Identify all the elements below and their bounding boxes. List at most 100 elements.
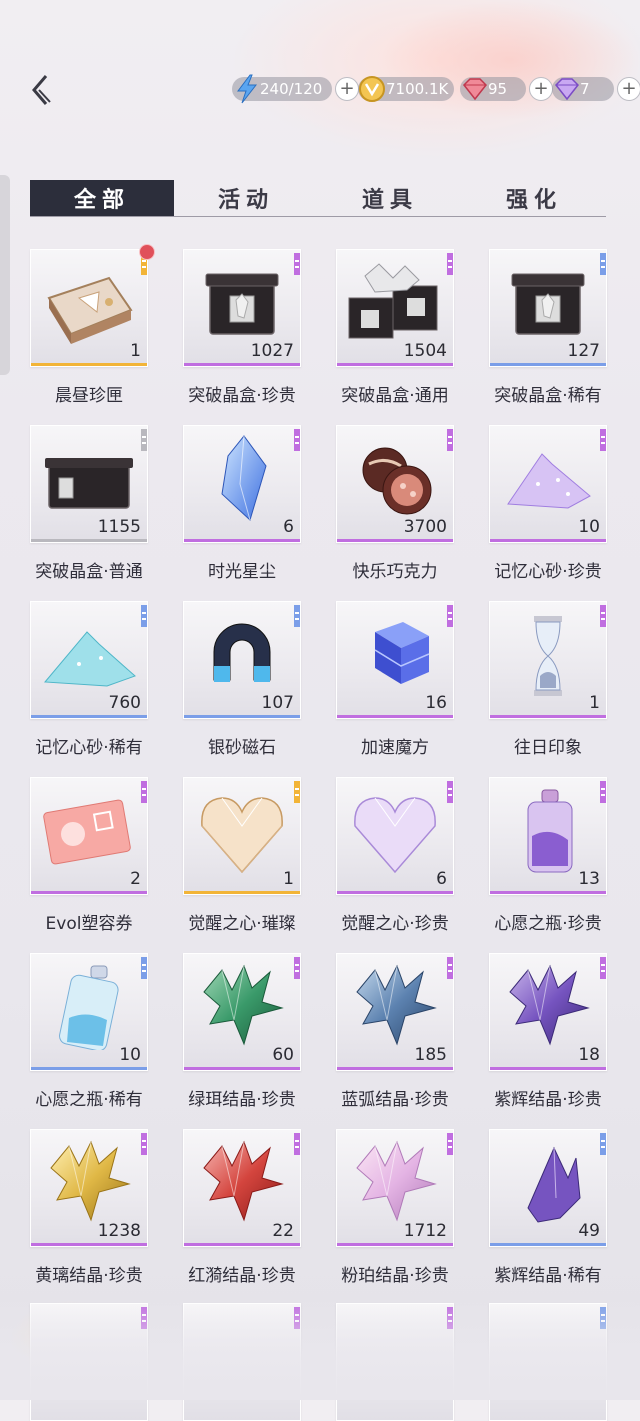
magnet-icon	[213, 623, 271, 682]
cube-icon	[374, 622, 430, 684]
rarity-bar	[490, 1067, 606, 1070]
item-card[interactable]: 13	[489, 777, 607, 895]
notification-dot	[139, 244, 155, 260]
item-name: Evol塑容券	[45, 914, 133, 934]
red-crystal-icon	[203, 1140, 284, 1222]
inventory-item: 107 银砂磁石	[183, 601, 301, 758]
item-card[interactable]: 1504	[336, 249, 454, 367]
item-card[interactable]: 1027	[183, 249, 301, 367]
stamina-pill: 240/120	[232, 74, 332, 104]
rarity-bar	[184, 1067, 300, 1070]
inventory-item: 1238 黄璃结晶·珍贵	[30, 1129, 148, 1286]
inventory-item: 49 紫辉结晶·稀有	[489, 1129, 607, 1286]
add-purple-diamond-button[interactable]: +	[617, 77, 640, 101]
rarity-tag	[447, 605, 453, 627]
rarity-bar	[184, 539, 300, 542]
item-card[interactable]: 1155	[30, 425, 148, 543]
item-card[interactable]: 185	[336, 953, 454, 1071]
item-card[interactable]: 10	[30, 953, 148, 1071]
add-red-diamond-button[interactable]: +	[529, 77, 553, 101]
rarity-bar	[337, 1067, 453, 1070]
back-chevron-icon[interactable]	[26, 72, 56, 108]
item-card[interactable]: 1	[183, 777, 301, 895]
item-name: 粉珀结晶·珍贵	[341, 1266, 449, 1286]
item-card[interactable]: 6	[183, 425, 301, 543]
tab-all[interactable]: 全部	[30, 180, 174, 216]
rarity-bar	[337, 539, 453, 542]
rarity-tag	[447, 253, 453, 275]
item-card[interactable]: 10	[489, 425, 607, 543]
item-card[interactable]: 60	[183, 953, 301, 1071]
rarity-tag	[600, 957, 606, 979]
add-stamina-button[interactable]: +	[335, 77, 359, 101]
purple-diamond-icon	[554, 78, 580, 101]
item-count: 16	[425, 693, 447, 713]
item-name: 记忆心砂·稀有	[35, 738, 143, 758]
inventory-item: 10 记忆心砂·珍贵	[489, 425, 607, 582]
red-diamond-icon	[462, 78, 488, 101]
item-count: 60	[272, 1045, 294, 1065]
purple-diamond-pill: 7	[552, 77, 614, 101]
inventory-item: 16 加速魔方	[336, 601, 454, 758]
item-name: 快乐巧克力	[352, 562, 438, 582]
crystal-box-icon	[205, 273, 279, 335]
purple-bottle-icon	[527, 789, 573, 873]
rarity-tag	[141, 957, 147, 979]
item-card[interactable]: 49	[489, 1129, 607, 1247]
rarity-tag	[294, 957, 300, 979]
item-card[interactable]: 127	[489, 249, 607, 367]
item-count: 127	[567, 341, 600, 361]
item-name: 记忆心砂·珍贵	[494, 562, 602, 582]
item-card[interactable]: 1238	[30, 1129, 148, 1247]
item-card[interactable]: 18	[489, 953, 607, 1071]
rarity-bar	[490, 363, 606, 366]
item-count: 1504	[403, 341, 447, 361]
tab-enhance[interactable]: 强化	[462, 180, 606, 216]
item-count: 49	[578, 1221, 600, 1241]
item-count: 185	[414, 1045, 447, 1065]
resource-purple-diamond: 7 +	[552, 76, 640, 102]
item-card[interactable]: 3700	[336, 425, 454, 543]
rarity-tag	[294, 605, 300, 627]
inventory-item: 1 往日印象	[489, 601, 607, 758]
item-card[interactable]: 1	[30, 244, 155, 367]
item-card[interactable]: 22	[183, 1129, 301, 1247]
rarity-bar	[184, 1243, 300, 1246]
inventory-item: 1 晨昼珍匣	[30, 244, 155, 406]
side-drawer-handle[interactable]	[0, 175, 10, 375]
item-name: 心愿之瓶·珍贵	[494, 914, 602, 934]
green-crystal-icon	[203, 964, 284, 1046]
tab-activity[interactable]: 活动	[174, 180, 318, 216]
inventory-item: 60 绿珥结晶·珍贵	[183, 953, 301, 1110]
rarity-tag	[600, 605, 606, 627]
rarity-bar	[337, 891, 453, 894]
red-diamond-value: 95	[488, 80, 508, 98]
rarity-bar	[31, 715, 147, 718]
item-card[interactable]: 760	[30, 601, 148, 719]
inventory-item: 22 红漪结晶·珍贵	[183, 1129, 301, 1286]
bottom-fade-overlay	[0, 1300, 640, 1400]
item-card[interactable]: 16	[336, 601, 454, 719]
purple-crystal-cluster-icon	[509, 964, 590, 1046]
rarity-tag	[294, 429, 300, 451]
item-card[interactable]: 107	[183, 601, 301, 719]
rarity-bar	[31, 539, 147, 542]
item-card[interactable]: 1	[489, 601, 607, 719]
inventory-item: 10 心愿之瓶·稀有	[30, 953, 148, 1110]
rarity-bar	[31, 1067, 147, 1070]
gold-pill: 7100.1K	[358, 76, 454, 102]
item-card[interactable]: 1712	[336, 1129, 454, 1247]
rarity-tag	[600, 781, 606, 803]
rarity-tag	[447, 429, 453, 451]
crystal-box-flat-icon	[45, 458, 133, 509]
item-card[interactable]: 6	[336, 777, 454, 895]
item-card[interactable]: 2	[30, 777, 148, 895]
tab-props[interactable]: 道具	[318, 180, 462, 216]
inventory-item: 13 心愿之瓶·珍贵	[489, 777, 607, 934]
rarity-tag	[294, 781, 300, 803]
gold-coin-icon	[359, 76, 385, 102]
item-name: 紫辉结晶·稀有	[494, 1266, 602, 1286]
rarity-bar	[337, 363, 453, 366]
inventory-item: 1504 突破晶盒·通用	[336, 249, 454, 406]
item-name: 突破晶盒·普通	[35, 562, 143, 582]
